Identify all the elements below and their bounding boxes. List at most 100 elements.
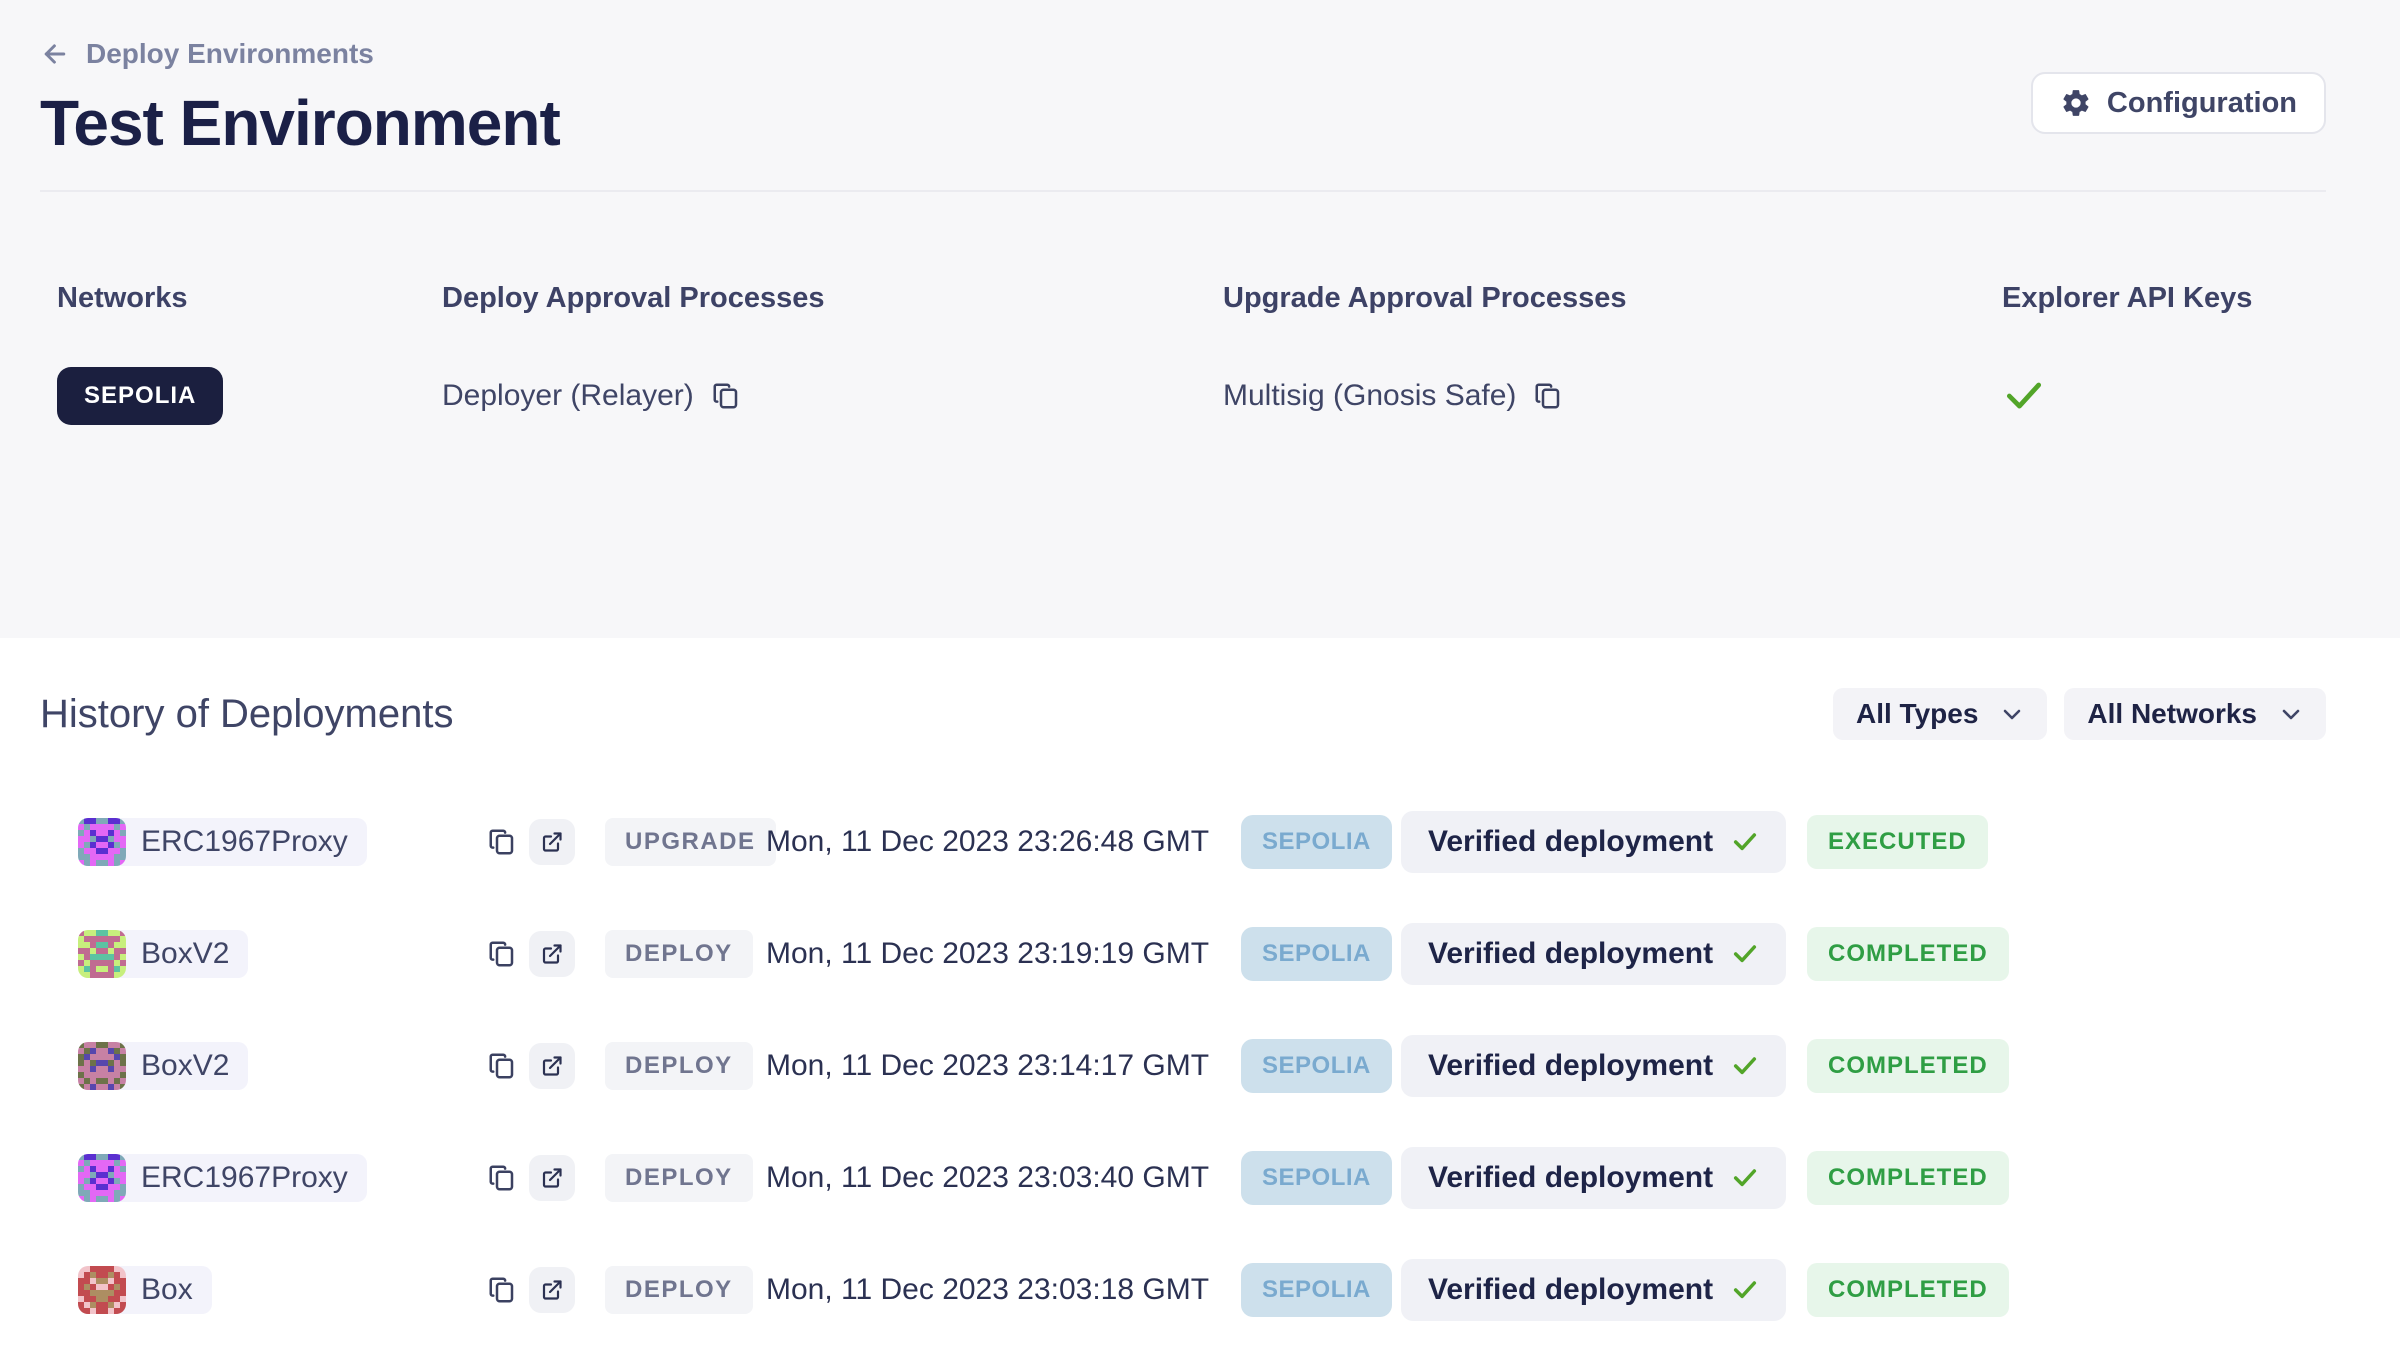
page-title: Test Environment [40,86,2326,160]
deployment-network-badge: SEPOLIA [1241,1039,1392,1093]
contract-name-pill[interactable]: BoxV2 [78,1042,248,1090]
open-in-explorer-button[interactable] [529,1267,575,1313]
copy-upgrade-approval-button[interactable] [1533,381,1563,411]
contract-avatar [78,1154,126,1202]
copy-icon [487,939,517,969]
deployment-network-badge: SEPOLIA [1241,1263,1392,1317]
deployment-date: Mon, 11 Dec 2023 23:03:40 GMT [766,1161,1241,1195]
open-in-explorer-button[interactable] [529,1043,575,1089]
network-badge-sepolia: SEPOLIA [57,367,223,425]
copy-address-button[interactable] [487,939,517,969]
verification-status-pill: Verified deployment [1401,923,1786,985]
verification-status-pill: Verified deployment [1401,1147,1786,1209]
column-header-deploy-approval: Deploy Approval Processes [442,282,1223,315]
deployments-list: ERC1967Proxy UPGRADE Mon, 11 Dec 2023 23… [40,786,2326,1346]
check-icon [1731,828,1759,856]
deployment-status-badge: EXECUTED [1807,815,1988,869]
deployment-row: BoxV2 DEPLOY Mon, 11 Dec 2023 23:19:19 G… [40,898,2326,1010]
contract-name: BoxV2 [126,1042,248,1090]
header-divider [40,190,2326,192]
history-section: History of Deployments All Types All Net… [0,638,2400,1346]
deployment-status-badge: COMPLETED [1807,1263,2009,1317]
environment-columns-values: SEPOLIA Deployer (Relayer) Multisig (Gno… [40,367,2326,425]
chevron-down-icon [2000,702,2024,726]
contract-avatar [78,930,126,978]
copy-deploy-approval-button[interactable] [711,381,741,411]
breadcrumb-label: Deploy Environments [86,38,374,70]
environment-columns-header: Networks Deploy Approval Processes Upgra… [40,282,2326,315]
networks-filter-label: All Networks [2087,698,2257,730]
deployment-row: ERC1967Proxy UPGRADE Mon, 11 Dec 2023 23… [40,786,2326,898]
open-in-explorer-button[interactable] [529,931,575,977]
column-header-explorer-api-keys: Explorer API Keys [2002,282,2326,315]
contract-name-pill[interactable]: Box [78,1266,212,1314]
contract-avatar [78,818,126,866]
deployment-network-badge: SEPOLIA [1241,927,1392,981]
configuration-button-label: Configuration [2107,87,2297,120]
external-link-icon [540,830,564,854]
copy-icon [711,381,741,411]
verification-label: Verified deployment [1428,1049,1713,1083]
copy-icon [487,827,517,857]
copy-address-button[interactable] [487,827,517,857]
deployment-date: Mon, 11 Dec 2023 23:03:18 GMT [766,1273,1241,1307]
configuration-button[interactable]: Configuration [2031,72,2326,134]
contract-name-pill[interactable]: ERC1967Proxy [78,818,367,866]
external-link-icon [540,1054,564,1078]
verification-status-pill: Verified deployment [1401,811,1786,873]
verification-label: Verified deployment [1428,1273,1713,1307]
verification-label: Verified deployment [1428,1161,1713,1195]
deployment-status-badge: COMPLETED [1807,927,2009,981]
copy-address-button[interactable] [487,1051,517,1081]
copy-address-button[interactable] [487,1275,517,1305]
external-link-icon [540,1166,564,1190]
deployment-date: Mon, 11 Dec 2023 23:26:48 GMT [766,825,1241,859]
open-in-explorer-button[interactable] [529,1155,575,1201]
deployment-network-badge: SEPOLIA [1241,1151,1392,1205]
check-icon [1731,1052,1759,1080]
copy-icon [487,1275,517,1305]
deployment-type-badge: DEPLOY [605,1042,753,1090]
history-title: History of Deployments [40,692,453,737]
contract-name-pill[interactable]: BoxV2 [78,930,248,978]
networks-filter-dropdown[interactable]: All Networks [2064,688,2326,740]
deployment-row: Box DEPLOY Mon, 11 Dec 2023 23:03:18 GMT… [40,1234,2326,1346]
verification-label: Verified deployment [1428,937,1713,971]
external-link-icon [540,942,564,966]
copy-address-button[interactable] [487,1163,517,1193]
deployment-row: BoxV2 DEPLOY Mon, 11 Dec 2023 23:14:17 G… [40,1010,2326,1122]
deployment-date: Mon, 11 Dec 2023 23:19:19 GMT [766,937,1241,971]
contract-name: BoxV2 [126,930,248,978]
breadcrumb[interactable]: Deploy Environments [40,0,374,70]
contract-avatar [78,1042,126,1090]
contract-name: ERC1967Proxy [126,1154,367,1202]
verification-label: Verified deployment [1428,825,1713,859]
column-header-networks: Networks [57,282,442,315]
deployment-date: Mon, 11 Dec 2023 23:14:17 GMT [766,1049,1241,1083]
check-icon [1731,1276,1759,1304]
chevron-down-icon [2279,702,2303,726]
history-filters: All Types All Networks [1833,688,2326,740]
contract-name: ERC1967Proxy [126,818,367,866]
deployment-type-badge: DEPLOY [605,1266,753,1314]
back-arrow-icon [40,39,70,69]
check-icon [1731,940,1759,968]
verification-status-pill: Verified deployment [1401,1035,1786,1097]
deployment-network-badge: SEPOLIA [1241,815,1392,869]
environment-summary-section: Deploy Environments Test Environment Con… [0,0,2400,638]
contract-name: Box [126,1266,212,1314]
deployment-type-badge: UPGRADE [605,818,776,866]
types-filter-label: All Types [1856,698,1978,730]
verification-status-pill: Verified deployment [1401,1259,1786,1321]
deployment-status-badge: COMPLETED [1807,1039,2009,1093]
copy-icon [487,1051,517,1081]
copy-icon [487,1163,517,1193]
open-in-explorer-button[interactable] [529,819,575,865]
check-icon [1731,1164,1759,1192]
upgrade-approval-value: Multisig (Gnosis Safe) [1223,379,1516,413]
copy-icon [1533,381,1563,411]
types-filter-dropdown[interactable]: All Types [1833,688,2047,740]
contract-name-pill[interactable]: ERC1967Proxy [78,1154,367,1202]
column-header-upgrade-approval: Upgrade Approval Processes [1223,282,2002,315]
contract-avatar [78,1266,126,1314]
